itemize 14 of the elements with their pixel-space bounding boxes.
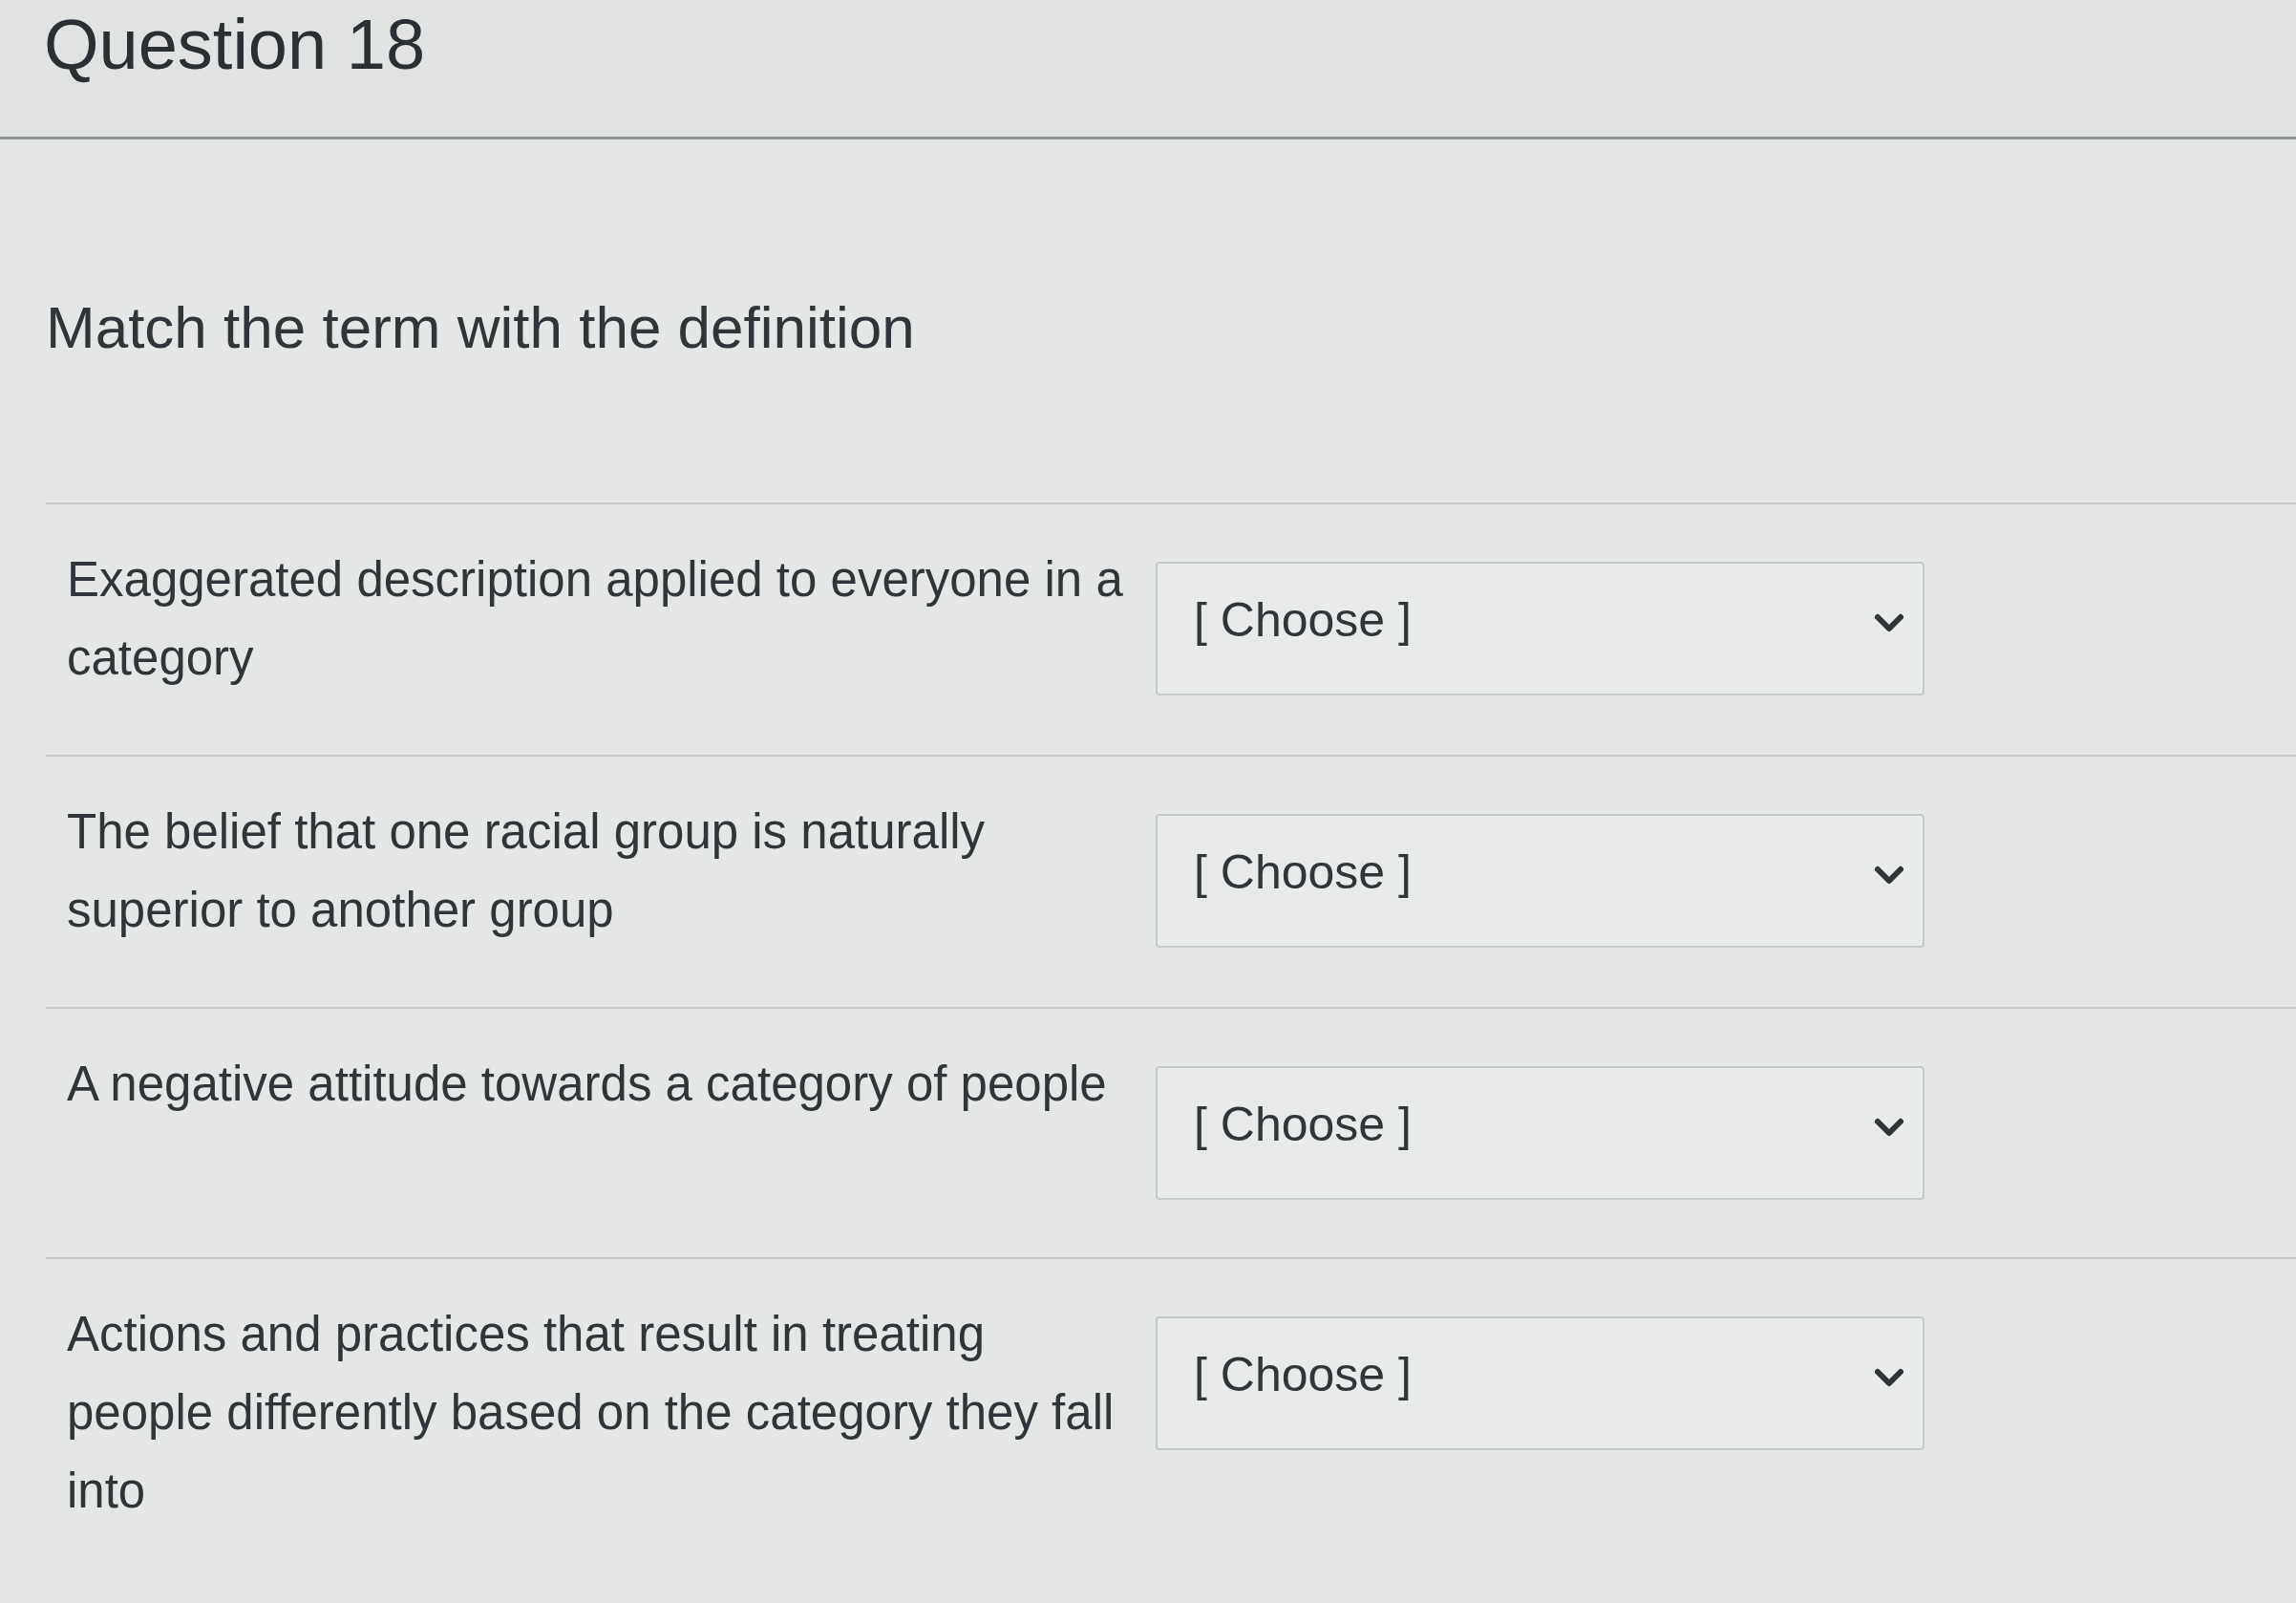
match-term: Exaggerated description applied to everyone in a category — [67, 551, 1124, 687]
chevron-down-icon — [1875, 866, 1903, 885]
question-prompt: Match the term with the definition — [46, 293, 915, 362]
chevron-down-icon — [1875, 1368, 1903, 1387]
match-term: A negative attitude towards a category of people — [67, 1056, 1108, 1113]
answer-dropdown[interactable]: [ Choose ] — [1156, 1066, 1924, 1200]
chevron-down-icon — [1875, 1118, 1903, 1137]
chevron-down-icon — [1875, 613, 1903, 632]
match-term: The belief that one racial group is naturally superior to another group — [67, 803, 987, 939]
answer-dropdown[interactable]: [ Choose ] — [1156, 562, 1924, 695]
answer-dropdown[interactable]: [ Choose ] — [1156, 814, 1924, 948]
answer-dropdown[interactable]: [ Choose ] — [1156, 1316, 1924, 1450]
match-term: Actions and practices that result in treating people differently based on the category they fall into — [67, 1306, 1116, 1520]
question-title: Question 18 — [44, 4, 426, 86]
